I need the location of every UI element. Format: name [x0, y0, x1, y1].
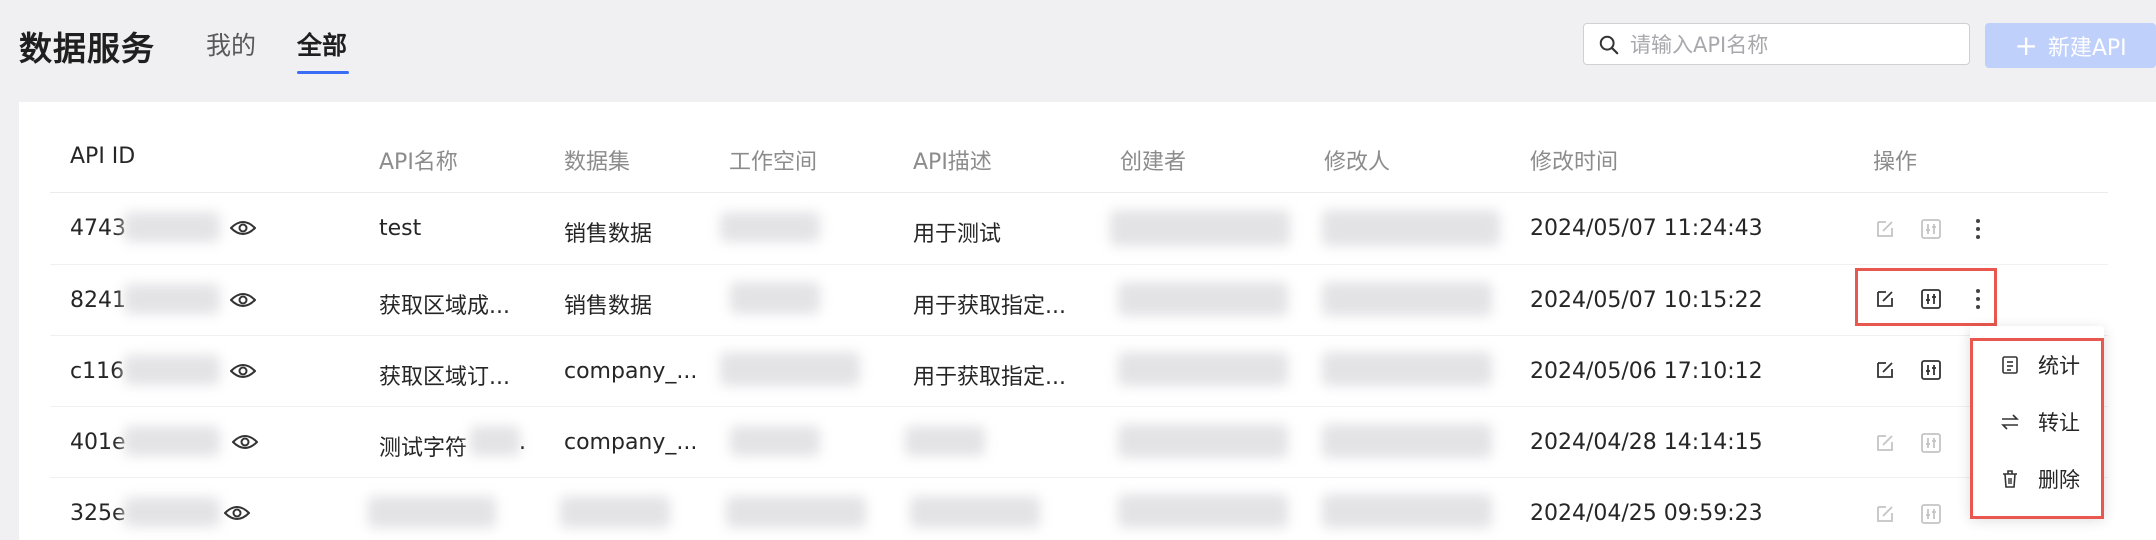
redacted-description — [905, 426, 985, 456]
column-header-modified-time: 修改时间 — [1530, 150, 1619, 175]
cell-description: 用于获取指定... — [913, 365, 1066, 390]
eye-icon[interactable] — [230, 290, 256, 310]
cell-modified-time: 2024/04/25 09:59:23 — [1530, 501, 1763, 526]
header-divider — [50, 192, 2108, 193]
redacted-modifier — [1322, 352, 1492, 386]
cell-api-name[interactable]: 获取区域订... — [379, 359, 510, 391]
edit-icon[interactable] — [1874, 503, 1896, 525]
column-header-description: API描述 — [913, 150, 992, 175]
redacted-id — [124, 426, 220, 456]
redacted-description — [910, 496, 1040, 528]
column-header-modifier: 修改人 — [1324, 150, 1391, 175]
cell-api-name[interactable]: 获取区域成... — [379, 288, 510, 320]
cell-api-name[interactable]: test — [379, 216, 421, 241]
page-title: 数据服务 — [19, 29, 155, 68]
cell-dataset: company_... — [564, 430, 698, 455]
cell-dataset: 销售数据 — [564, 294, 653, 319]
redacted-id — [124, 284, 220, 314]
cell-api-id: 4743 — [70, 216, 126, 241]
redacted-workspace — [730, 426, 820, 456]
config-icon[interactable] — [1920, 432, 1942, 454]
redacted-modifier — [1322, 210, 1500, 246]
cell-modified-time: 2024/05/07 10:15:22 — [1530, 288, 1763, 313]
cell-description: 用于测试 — [913, 222, 1002, 247]
redacted-modifier — [1322, 282, 1492, 316]
redacted-id — [124, 497, 220, 527]
redacted-creator — [1118, 494, 1288, 528]
redacted-creator — [1110, 210, 1290, 246]
cell-dataset: 销售数据 — [564, 222, 653, 247]
cell-api-id: 401e — [70, 430, 126, 455]
row-divider — [50, 335, 2108, 336]
row-divider — [50, 477, 2108, 478]
redacted-id — [124, 212, 220, 242]
api-table-card — [19, 102, 2156, 540]
plus-icon: + — [2014, 28, 2038, 62]
redacted-creator — [1118, 424, 1288, 458]
actions-highlight — [1855, 268, 1997, 326]
cell-modified-time: 2024/04/28 14:14:15 — [1530, 430, 1763, 455]
eye-icon[interactable] — [230, 218, 256, 238]
cell-api-id: 8241 — [70, 288, 126, 313]
cell-api-name[interactable]: 测试字符 — [379, 430, 467, 462]
cell-api-id: 325e — [70, 501, 126, 526]
eye-icon[interactable] — [224, 503, 250, 523]
redacted-workspace — [726, 496, 866, 528]
redacted-creator — [1118, 282, 1288, 316]
redacted-creator — [1118, 352, 1288, 386]
edit-icon[interactable] — [1874, 218, 1896, 240]
menu-highlight — [1970, 338, 2104, 519]
redacted-workspace — [730, 282, 820, 314]
tab-mine[interactable]: 我的 — [206, 26, 256, 62]
search-box[interactable] — [1583, 23, 1970, 66]
row-divider — [50, 264, 2108, 265]
page-header: 数据服务 我的 全部 + 新建API — [0, 0, 2156, 102]
edit-icon[interactable] — [1874, 432, 1896, 454]
redacted-dataset — [560, 496, 670, 528]
column-header-creator: 创建者 — [1120, 150, 1187, 175]
redacted-workspace — [720, 212, 820, 242]
edit-icon[interactable] — [1874, 359, 1896, 381]
tab-all[interactable]: 全部 — [297, 26, 347, 62]
eye-icon[interactable] — [232, 432, 258, 452]
eye-icon[interactable] — [230, 361, 256, 381]
config-icon[interactable] — [1920, 359, 1942, 381]
cell-api-id: c116 — [70, 359, 125, 384]
redacted-modifier — [1322, 494, 1492, 528]
redacted-id — [124, 355, 220, 385]
column-header-workspace: 工作空间 — [729, 150, 818, 175]
active-tab-indicator — [297, 71, 349, 74]
redacted-name — [470, 426, 520, 456]
column-header-actions: 操作 — [1873, 150, 1918, 175]
column-header-api-id: API ID — [70, 144, 136, 169]
cell-dataset: company_... — [564, 359, 698, 384]
redacted-name — [368, 496, 496, 528]
redacted-modifier — [1322, 424, 1492, 458]
cell-modified-time: 2024/05/06 17:10:12 — [1530, 359, 1763, 384]
column-header-dataset: 数据集 — [564, 150, 631, 175]
more-icon[interactable] — [1974, 218, 1982, 240]
new-api-button-label: 新建API — [2047, 35, 2127, 61]
column-header-api-name: API名称 — [379, 150, 458, 175]
cell-description: 用于获取指定... — [913, 294, 1066, 319]
new-api-button[interactable]: + 新建API — [1985, 23, 2156, 68]
cell-modified-time: 2024/05/07 11:24:43 — [1530, 216, 1763, 241]
config-icon[interactable] — [1920, 503, 1942, 525]
search-icon — [1599, 35, 1619, 55]
search-input[interactable] — [1628, 24, 1962, 66]
cell-api-name-suffix: . — [519, 430, 526, 455]
redacted-workspace — [720, 352, 860, 386]
row-divider — [50, 406, 2108, 407]
config-icon[interactable] — [1920, 218, 1942, 240]
